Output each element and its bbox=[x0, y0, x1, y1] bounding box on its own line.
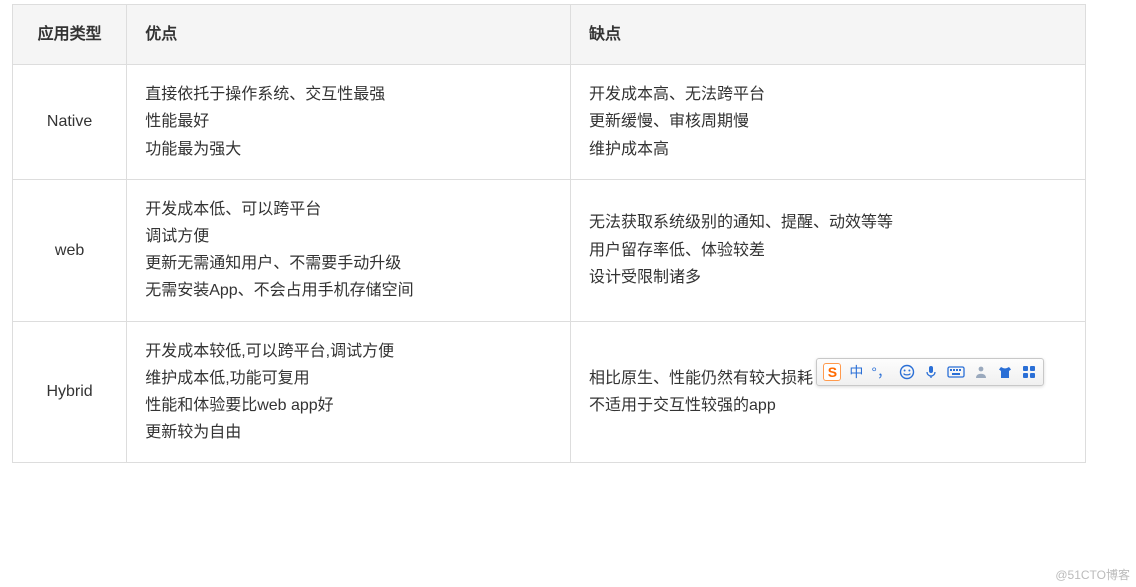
cell-cons: 开发成本高、无法跨平台更新缓慢、审核周期慢维护成本高 bbox=[571, 65, 1086, 180]
account-icon[interactable] bbox=[973, 364, 989, 380]
cell-type: Hybrid bbox=[13, 321, 127, 463]
table-header-row: 应用类型 优点 缺点 bbox=[13, 5, 1086, 65]
sogou-logo-icon[interactable]: S bbox=[823, 363, 841, 381]
cell-cons: 无法获取系统级别的通知、提醒、动效等等用户留存率低、体验较差设计受限制诸多 bbox=[571, 179, 1086, 321]
cell-pros: 开发成本低、可以跨平台调试方便更新无需通知用户、不需要手动升级无需安装App、不… bbox=[127, 179, 571, 321]
cell-pros: 开发成本较低,可以跨平台,调试方便维护成本低,功能可复用性能和体验要比web a… bbox=[127, 321, 571, 463]
skin-icon[interactable] bbox=[997, 364, 1013, 380]
cell-type: Native bbox=[13, 65, 127, 180]
toolbox-icon[interactable] bbox=[1021, 364, 1037, 380]
ime-punct-toggle[interactable]: °， bbox=[871, 362, 891, 382]
microphone-icon[interactable] bbox=[923, 364, 939, 380]
soft-keyboard-icon[interactable] bbox=[947, 364, 965, 380]
emoji-icon[interactable] bbox=[899, 364, 915, 380]
table-row: Hybrid 开发成本较低,可以跨平台,调试方便维护成本低,功能可复用性能和体验… bbox=[13, 321, 1086, 463]
header-cons: 缺点 bbox=[571, 5, 1086, 65]
watermark: @51CTO博客 bbox=[1055, 566, 1130, 583]
ime-lang-toggle[interactable]: 中 bbox=[849, 362, 863, 382]
cell-cons: 相比原生、性能仍然有较大损耗不适用于交互性较强的app bbox=[571, 321, 1086, 463]
ime-toolbar[interactable]: S 中 °， bbox=[816, 358, 1044, 386]
table-row: Native 直接依托于操作系统、交互性最强性能最好功能最为强大 开发成本高、无… bbox=[13, 65, 1086, 180]
table-row: web 开发成本低、可以跨平台调试方便更新无需通知用户、不需要手动升级无需安装A… bbox=[13, 179, 1086, 321]
comparison-table: 应用类型 优点 缺点 Native 直接依托于操作系统、交互性最强性能最好功能最… bbox=[12, 4, 1086, 463]
header-app-type: 应用类型 bbox=[13, 5, 127, 65]
cell-pros: 直接依托于操作系统、交互性最强性能最好功能最为强大 bbox=[127, 65, 571, 180]
header-pros: 优点 bbox=[127, 5, 571, 65]
cell-type: web bbox=[13, 179, 127, 321]
